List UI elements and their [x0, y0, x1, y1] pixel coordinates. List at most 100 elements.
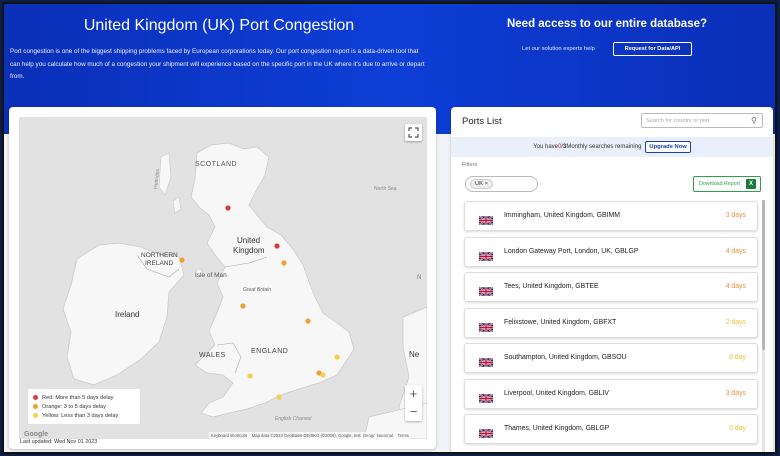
port-marker-red[interactable]	[274, 243, 280, 249]
port-row[interactable]: Southampton, United Kingdom, GBSOU 0 day	[464, 343, 758, 373]
upgrade-now-button[interactable]: Upgrade Now	[645, 141, 691, 153]
ports-list: Immingham, United Kingdom, GBIMM 3 days Lo…	[464, 201, 758, 452]
excel-icon: X	[746, 179, 756, 189]
page-frame: United Kingdom (UK) Port Congestion Port…	[2, 2, 777, 454]
attribution-text: Map data ©2023 GeoBasis-DE/BKG (©2009), …	[251, 433, 393, 438]
label-great-britain: Great Britain	[243, 287, 271, 293]
legend-item-orange: Orange: 3 to 5 days delay	[33, 402, 135, 411]
map-legend: Red: More than 5 days delay Orange: 3 to…	[28, 389, 140, 424]
cta-help-text: Let our solution experts help	[522, 46, 595, 52]
map-card: SCOTLAND Hebrides NORTHERN IRELAND Isle …	[9, 107, 436, 449]
port-name: Tees, United Kingdom, GBTEE	[504, 283, 599, 290]
flag-container	[478, 248, 494, 261]
flag-container	[478, 319, 494, 332]
port-row[interactable]: Tees, United Kingdom, GBTEE 4 days	[464, 272, 758, 302]
zoom-control: + −	[405, 385, 422, 421]
label-ireland: Ireland	[115, 310, 139, 319]
label-scotland: SCOTLAND	[195, 161, 237, 168]
label-northern-ireland-1: NORTHERN	[141, 252, 178, 259]
keyboard-shortcuts-link[interactable]: Keyboard shortcuts	[211, 433, 247, 438]
legend-label: Red: More than 5 days delay	[42, 394, 114, 401]
port-marker-orange[interactable]	[281, 260, 287, 266]
uk-flag-icon	[478, 215, 494, 226]
port-row[interactable]: Thames, United Kingdom, GBLGP 0 day	[464, 414, 758, 444]
port-delay-days: 3 days	[725, 389, 746, 397]
orange-dot-icon	[33, 404, 38, 409]
page-title: United Kingdom (UK) Port Congestion	[83, 17, 355, 34]
legend-item-yellow: Yellow: Less than 3 days delay	[33, 411, 135, 420]
quota-prefix: You have	[533, 144, 559, 150]
port-marker-orange[interactable]	[305, 318, 311, 324]
google-logo: Google	[24, 431, 49, 438]
port-delay-days: 2 days	[725, 318, 746, 326]
port-row[interactable]: Felixstowe, United Kingdom, GBFXT 2 days	[464, 307, 758, 338]
quota-suffix: Monthly searches remaining	[566, 144, 642, 150]
port-name: Immingham, United Kingdom, GBIMM	[504, 212, 621, 219]
uk-flag-icon	[478, 251, 494, 261]
flag-container	[478, 425, 494, 439]
fullscreen-button[interactable]	[405, 124, 422, 141]
port-delay-days: 4 days	[725, 247, 746, 255]
port-name: Thames, United Kingdom, GBLGP	[504, 425, 610, 432]
flag-container	[478, 390, 494, 403]
legend-item-red: Red: More than 5 days delay	[33, 393, 135, 402]
legend-label: Yellow: Less than 3 days delay	[42, 412, 119, 419]
yellow-dot-icon	[33, 413, 38, 418]
port-row[interactable]: Immingham, United Kingdom, GBIMM 3 days	[464, 201, 758, 231]
port-marker-yellow[interactable]	[320, 372, 326, 378]
port-marker-orange[interactable]	[179, 257, 185, 263]
label-isle-of-man: Isle of Man	[195, 272, 227, 279]
map-attribution: Keyboard shortcuts Map data ©2023 GeoBas…	[209, 432, 411, 439]
label-wales: WALES	[199, 352, 226, 359]
search-quota-banner: You have 0 / 3 Monthly searches remainin…	[451, 137, 773, 157]
label-united: United	[237, 236, 260, 245]
port-delay-days: 3 days	[725, 212, 746, 219]
port-row[interactable]: Liverpool, United Kingdom, GBLIV 3 days	[464, 378, 758, 409]
label-kingdom: Kingdom	[233, 246, 265, 255]
port-search-input[interactable]	[641, 113, 763, 128]
download-report-button[interactable]: Download Report X	[693, 176, 761, 192]
last-updated-text: Last updated: Wed Nov 01 2023	[20, 439, 98, 445]
download-report-label: Download Report	[699, 181, 740, 187]
port-marker-orange[interactable]	[240, 303, 246, 309]
legend-label: Orange: 3 to 5 days delay	[42, 403, 107, 410]
port-delay-days: 0 day	[729, 425, 746, 432]
cta-title: Need access to our entire database?	[506, 18, 708, 30]
port-name: Felixstowe, United Kingdom, GBFXT	[504, 318, 617, 326]
map[interactable]: SCOTLAND Hebrides NORTHERN IRELAND Isle …	[19, 117, 427, 439]
uk-flag-icon	[478, 428, 494, 439]
port-marker-yellow[interactable]	[334, 354, 340, 360]
label-northern-ireland-2: IRELAND	[145, 260, 173, 267]
terms-link[interactable]: Terms	[398, 433, 409, 438]
uk-flag-icon	[478, 357, 494, 368]
ports-card: Ports List ⚲ You have 0 / 3 Monthly sear…	[451, 107, 773, 452]
label-north: N	[417, 275, 421, 281]
flag-container	[478, 354, 494, 368]
port-name: Liverpool, United Kingdom, GBLIV	[504, 389, 609, 397]
port-row[interactable]: London Gateway Port, London, UK, GBLGP 4 …	[464, 236, 758, 267]
uk-flag-icon	[478, 393, 494, 403]
port-delay-days: 4 days	[725, 283, 746, 290]
list-scrollbar-thumb[interactable]	[762, 200, 765, 350]
port-marker-red[interactable]	[225, 205, 231, 211]
uk-flag-icon	[478, 286, 494, 297]
label-north-sea: North Sea	[374, 186, 397, 192]
port-name: London Gateway Port, London, UK, GBLGP	[504, 247, 639, 255]
filter-input[interactable]: UK ×	[465, 176, 538, 192]
filter-chip-uk[interactable]: UK ×	[470, 179, 494, 189]
zoom-in-button[interactable]: +	[405, 385, 422, 403]
label-netherlands: Ne	[409, 350, 420, 359]
request-data-button[interactable]: Request for Data/API	[613, 42, 692, 56]
flag-container	[478, 212, 494, 226]
uk-flag-icon	[478, 322, 494, 332]
search-icon[interactable]: ⚲	[751, 116, 757, 125]
flag-container	[478, 283, 494, 297]
port-marker-yellow[interactable]	[247, 373, 253, 379]
label-english-channel: English Channel	[275, 416, 312, 422]
label-england: ENGLAND	[251, 348, 288, 355]
zoom-out-button[interactable]: −	[405, 403, 422, 421]
port-marker-yellow[interactable]	[276, 394, 282, 400]
fullscreen-icon	[408, 127, 419, 138]
port-name: Southampton, United Kingdom, GBSOU	[504, 354, 627, 361]
ports-list-title: Ports List	[462, 116, 502, 127]
